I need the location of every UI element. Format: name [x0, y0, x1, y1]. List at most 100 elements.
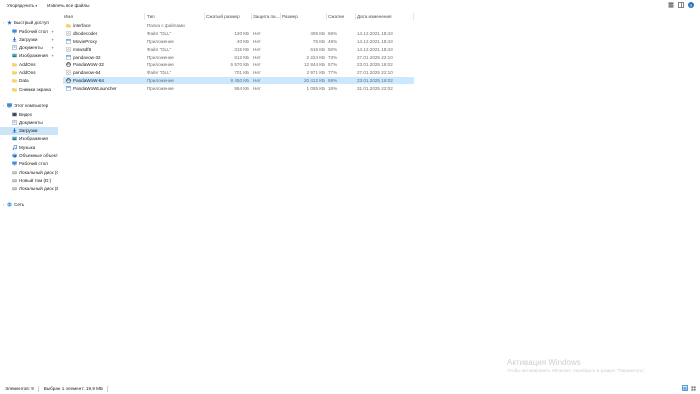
folder-icon	[66, 23, 71, 28]
file-size-cell: 12 844 КБ	[303, 62, 325, 68]
preview-pane-icon[interactable]	[678, 2, 684, 8]
column-header-size[interactable]: Размер	[282, 13, 322, 20]
chevron-right-icon[interactable]: ›	[3, 104, 6, 108]
chevron-right-icon[interactable]: ›	[3, 203, 6, 207]
column-divider[interactable]	[326, 13, 327, 20]
column-divider[interactable]	[144, 13, 145, 20]
sidebar-item-label: Снимки экрана	[19, 87, 51, 93]
column-header-ratio[interactable]: Сжатие	[328, 13, 353, 20]
file-date-cell: 14.12.2021 18:43	[357, 46, 393, 52]
file-row[interactable]: PandaWoWLauncher Приложение 864 КБ Нет 1 055…	[63, 84, 414, 92]
column-header-password[interactable]: Защита па...	[253, 13, 280, 20]
column-header-row: Имя Тип Сжатый размер Защита па... Разме…	[60, 10, 416, 21]
details-view-icon[interactable]	[682, 385, 688, 391]
column-divider[interactable]	[355, 13, 356, 20]
file-row[interactable]: mswsdf8 Файл "DLL" 315 КБ Нет 616 КБ 50% 14.12…	[63, 45, 414, 53]
sidebar-item[interactable]: Рабочий стол ✦	[0, 28, 58, 36]
column-header-name[interactable]: Имя	[64, 13, 144, 20]
file-name-cell: MovieProxy	[66, 38, 146, 46]
file-row[interactable]: PandaWoW-64 Приложение 8 450 КБ Нет 20 412 К…	[63, 76, 414, 85]
sidebar-item[interactable]: Загрузки	[0, 127, 58, 135]
column-divider[interactable]	[280, 13, 281, 20]
sidebar-item-label: Музыка	[19, 145, 36, 151]
column-divider[interactable]	[204, 13, 205, 20]
app-icon	[66, 86, 71, 91]
sidebar-item[interactable]: Локальный диск (E:)	[0, 185, 58, 193]
large-icons-view-icon[interactable]	[690, 385, 696, 391]
file-ratio-cell	[328, 22, 353, 30]
file-name: PandaWoW-64	[73, 77, 104, 83]
sidebar-item[interactable]: › Этот компьютер	[0, 102, 58, 110]
sidebar-item[interactable]: Музыка	[0, 144, 58, 152]
sidebar-item-label: Изображения	[19, 53, 48, 59]
sidebar-item[interactable]: Изображения	[0, 135, 58, 143]
sidebar-item[interactable]: Объемные объекты	[0, 152, 58, 160]
sidebar-item[interactable]: Локальный диск (C:)	[0, 169, 58, 177]
column-header-packed-size[interactable]: Сжатый размер	[206, 13, 251, 20]
file-row[interactable]: interface Папка с файлами	[63, 22, 414, 30]
file-date-cell: 23.01.2025 18:02	[357, 77, 393, 83]
file-password-cell: Нет	[253, 62, 261, 68]
sidebar-item-label: Загрузки	[19, 128, 38, 134]
chevron-right-icon[interactable]: ›	[3, 21, 6, 25]
selection-info: Выбран 1 элемент: 19,9 МБ	[43, 386, 103, 391]
extract-all-button[interactable]: Извлечь все файлы	[46, 1, 90, 10]
file-packed-cell	[206, 22, 249, 30]
chevron-down-icon: ▾	[35, 3, 38, 8]
sidebar-item[interactable]: Data	[0, 77, 58, 85]
file-row[interactable]: dbodecoder Файл "DLL" 120 КБ Нет 406 КБ 69% 14…	[63, 30, 414, 38]
app-icon	[66, 54, 71, 60]
file-row[interactable]: PandaWoW-32 Приложение 5 570 КБ Нет 12 844 К…	[63, 61, 414, 69]
file-date-cell: 14.12.2021 18:43	[357, 31, 393, 37]
star-icon	[7, 20, 12, 26]
sidebar-item-label: Рабочий стол	[19, 29, 48, 35]
sidebar-item-label: AddOns	[19, 62, 36, 68]
file-ratio-cell: 50%	[328, 46, 338, 52]
sidebar-item[interactable]: Документы ✦	[0, 44, 58, 52]
change-view-icon[interactable]	[668, 2, 674, 8]
pin-icon: ✦	[51, 53, 54, 58]
sidebar-item[interactable]: AddOns	[0, 69, 58, 77]
column-divider[interactable]	[413, 13, 414, 20]
file-name-cell: mswsdf8	[66, 45, 146, 53]
file-password-cell: Нет	[253, 85, 261, 91]
file-size-cell: 2 971 КБ	[306, 70, 325, 76]
file-ratio-cell: 69%	[328, 31, 338, 37]
sidebar-item[interactable]: Снимки экрана	[0, 86, 58, 94]
document-icon	[12, 45, 17, 51]
sidebar-item[interactable]: › Быстрый доступ	[0, 19, 58, 27]
sidebar-item[interactable]: Новый том (D:)	[0, 177, 58, 185]
activation-watermark-subtitle: Чтобы активировать Windows, перейдите в …	[507, 368, 646, 373]
sidebar-item[interactable]: › Сеть	[0, 201, 58, 209]
navigation-pane: › Быстрый доступ Рабочий стол ✦ Загрузки ✦ Док…	[0, 15, 60, 383]
file-type-cell: Папка с файлами	[147, 23, 185, 29]
column-divider[interactable]	[251, 13, 252, 20]
sidebar-item[interactable]: Изображения ✦	[0, 52, 58, 60]
file-password-cell: Нет	[253, 77, 261, 83]
file-row[interactable]: pandavow-32 Приложение 612 КБ Нет 2 224 КБ 73…	[63, 53, 414, 61]
help-icon[interactable]: ?	[688, 2, 694, 8]
file-password-cell: Нет	[253, 31, 261, 37]
file-name: interface	[73, 23, 91, 29]
organize-menu-button[interactable]: Упорядочить ▾	[6, 1, 38, 10]
sidebar-item-label: Изображения	[19, 136, 48, 142]
sidebar-item[interactable]: AddOns	[0, 61, 58, 69]
sidebar-item[interactable]: Видео	[0, 111, 58, 119]
status-bar: Элементов: 9 Выбран 1 элемент: 19,9 МБ	[0, 383, 700, 394]
pin-icon: ✦	[51, 37, 54, 42]
sidebar-item[interactable]: Документы	[0, 119, 58, 127]
image-icon	[12, 53, 17, 58]
sidebar-item[interactable]: Рабочий стол	[0, 160, 58, 168]
organize-label: Упорядочить	[7, 3, 35, 8]
panda-app-icon	[66, 78, 71, 83]
app-icon	[66, 39, 71, 44]
file-size-cell: 616 КБ	[310, 46, 325, 52]
file-row[interactable]: pandavow-64 Файл "DLL" 701 КБ Нет 2 971 КБ 77…	[63, 69, 414, 77]
column-header-type[interactable]: Тип	[147, 13, 202, 20]
sidebar-item[interactable]: Загрузки ✦	[0, 36, 58, 44]
sidebar-item-label: Этот компьютер	[14, 103, 49, 109]
column-header-date[interactable]: Дата изменения	[357, 13, 412, 20]
dll-file-icon	[66, 70, 71, 76]
file-row[interactable]: MovieProxy Приложение 40 КБ Нет 76 КБ 48% 14.1…	[63, 38, 414, 46]
pin-icon: ✦	[51, 29, 54, 34]
